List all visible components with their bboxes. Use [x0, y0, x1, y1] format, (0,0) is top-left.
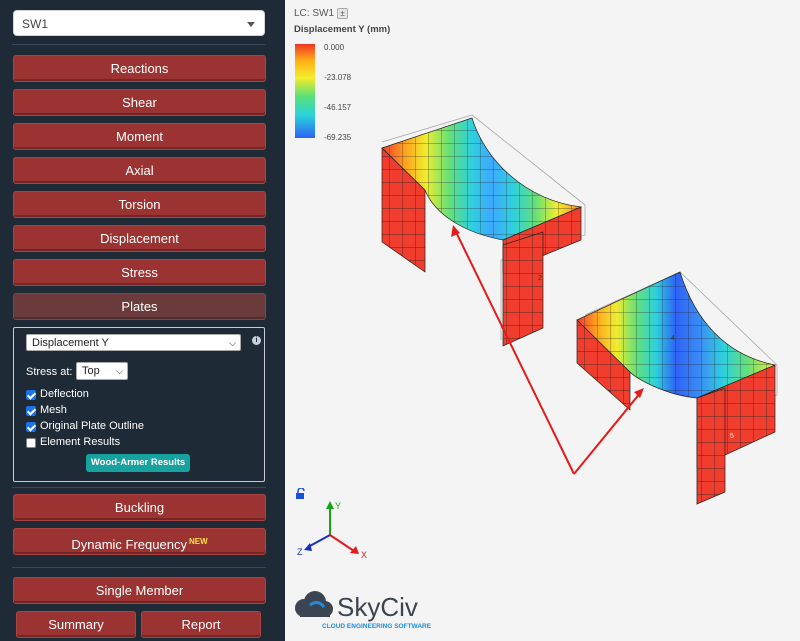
divider — [12, 487, 266, 488]
divider — [12, 44, 266, 45]
x-axis-label: X — [361, 550, 367, 560]
dynamic-frequency-button[interactable]: Dynamic Frequency NEW — [13, 528, 266, 555]
plate-id-label: 4 — [671, 335, 675, 342]
single-member-button[interactable]: Single Member — [13, 577, 266, 604]
shear-button[interactable]: Shear — [13, 89, 266, 116]
displacement-button[interactable]: Displacement — [13, 225, 266, 252]
stress-button[interactable]: Stress — [13, 259, 266, 286]
stress-at-label: Stress at: — [26, 366, 73, 378]
element-results-label: Element Results — [40, 436, 121, 448]
results-sidebar: SW1 Reactions Shear Moment Axial Torsion… — [0, 0, 280, 641]
z-axis-label: Z — [297, 547, 303, 557]
model-viewport[interactable]: LC: SW1 ± Displacement Y (mm) 0.000 -23.0… — [285, 0, 800, 641]
chevron-down-icon: ⌵ — [229, 338, 236, 348]
reactions-button[interactable]: Reactions — [13, 55, 266, 82]
dynamic-frequency-label: Dynamic Frequency — [71, 537, 187, 552]
deflection-label: Deflection — [40, 388, 89, 400]
plates-options-panel: Displacement Y ⌵ i Stress at: Top ⌵ Defl… — [13, 327, 265, 482]
plate-id-label: 2 — [538, 275, 542, 282]
deflection-checkbox[interactable] — [26, 390, 36, 400]
element-results-checkbox[interactable] — [26, 438, 36, 448]
plate-id-label: 5 — [730, 433, 734, 440]
wood-armer-results-button[interactable]: Wood-Armer Results — [86, 454, 190, 472]
stress-at-select[interactable]: Top ⌵ — [76, 362, 128, 380]
load-case-value: SW1 — [22, 17, 49, 31]
y-axis-label: Y — [335, 501, 341, 511]
report-button[interactable]: Report — [141, 611, 261, 638]
stress-at-value: Top — [82, 365, 100, 377]
divider — [12, 567, 266, 568]
info-icon[interactable]: i — [252, 336, 261, 345]
mesh-label: Mesh — [40, 404, 67, 416]
moment-button[interactable]: Moment — [13, 123, 266, 150]
original-plate-outline-label: Original Plate Outline — [40, 420, 144, 432]
cloud-logo-icon — [295, 591, 333, 617]
chevron-down-icon — [247, 22, 255, 27]
plate-result-type-value: Displacement Y — [32, 337, 109, 349]
original-plate-outline-checkbox[interactable] — [26, 422, 36, 432]
mesh-checkbox[interactable] — [26, 406, 36, 416]
axial-button[interactable]: Axial — [13, 157, 266, 184]
logo-tagline: CLOUD ENGINEERING SOFTWARE — [322, 623, 432, 630]
plate-result-type-select[interactable]: Displacement Y ⌵ — [26, 334, 241, 351]
plates-button[interactable]: Plates — [13, 293, 266, 320]
load-case-select[interactable]: SW1 — [13, 10, 265, 36]
buckling-button[interactable]: Buckling — [13, 494, 266, 521]
chevron-down-icon: ⌵ — [116, 366, 123, 376]
new-badge: NEW — [188, 537, 208, 546]
summary-button[interactable]: Summary — [16, 611, 136, 638]
torsion-button[interactable]: Torsion — [13, 191, 266, 218]
axes-gizmo: Y X Z — [297, 501, 367, 560]
skyciv-logo: SkyCiv CLOUD ENGINEERING SOFTWARE — [295, 591, 432, 630]
logo-wordmark: SkyCiv — [337, 592, 418, 622]
